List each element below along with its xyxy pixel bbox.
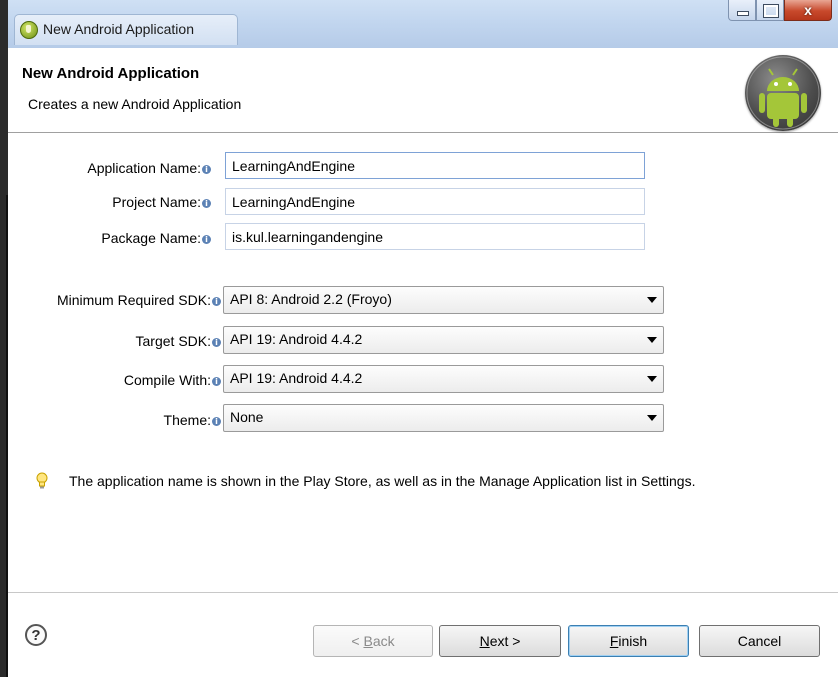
dropdown-arrow-icon [647,376,657,382]
help-icon[interactable]: ? [25,624,47,646]
min-sdk-label: Minimum Required SDK: i [57,292,221,308]
dropdown-arrow-icon [647,415,657,421]
package-name-label: Package Name: i [101,230,211,246]
package-name-input[interactable] [225,223,645,250]
minimize-icon [737,11,749,16]
compile-with-value: API 19: Android 4.4.2 [230,370,363,386]
title-bar[interactable]: New Android Application x [8,0,838,49]
info-icon: i [212,297,221,306]
page-subtitle: Creates a new Android Application [28,96,242,112]
theme-value: None [230,409,264,425]
dropdown-arrow-icon [647,337,657,343]
target-sdk-label: Target SDK: i [136,333,221,349]
application-name-input[interactable] [225,152,645,179]
finish-button[interactable]: Finish [568,625,689,657]
info-icon: i [212,417,221,426]
background-edge [0,0,9,677]
next-button[interactable]: Next > [439,625,561,657]
back-button[interactable]: < Back [313,625,433,657]
android-logo-icon [745,55,821,131]
info-icon: i [202,235,211,244]
close-button[interactable]: x [784,0,832,21]
hint-message: The application name is shown in the Pla… [69,473,696,489]
info-icon: i [202,199,211,208]
project-name-label: Project Name: i [112,194,211,210]
info-icon: i [202,165,211,174]
info-icon: i [212,338,221,347]
theme-select[interactable]: None [223,404,664,432]
dropdown-arrow-icon [647,297,657,303]
min-sdk-value: API 8: Android 2.2 (Froyo) [230,291,392,307]
application-name-label: Application Name: i [87,160,211,176]
info-icon: i [212,377,221,386]
maximize-icon [763,4,779,18]
close-icon: x [804,2,812,18]
minimize-button[interactable] [728,0,756,21]
compile-with-label: Compile With: i [124,372,221,388]
window-title: New Android Application [43,21,194,37]
target-sdk-select[interactable]: API 19: Android 4.4.2 [223,326,664,354]
wizard-header: New Android Application Creates a new An… [8,48,838,133]
project-name-input[interactable] [225,188,645,215]
maximize-button[interactable] [756,0,784,21]
cancel-button[interactable]: Cancel [699,625,820,657]
compile-with-select[interactable]: API 19: Android 4.4.2 [223,365,664,393]
theme-label: Theme: i [164,412,221,428]
footer-divider [8,592,838,593]
min-sdk-select[interactable]: API 8: Android 2.2 (Froyo) [223,286,664,314]
window-controls: x [728,0,832,22]
lightbulb-icon [36,472,48,489]
dialog-window: New Android Application x New Android Ap… [8,0,838,677]
target-sdk-value: API 19: Android 4.4.2 [230,331,363,347]
android-app-icon [20,21,38,39]
page-title: New Android Application [22,65,200,82]
